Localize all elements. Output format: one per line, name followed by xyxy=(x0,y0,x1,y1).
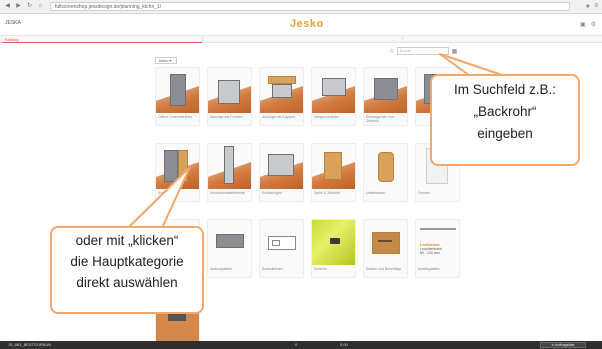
callout-line: oder mit „klicken“ xyxy=(75,233,179,248)
tile-label: Fronten xyxy=(418,191,431,195)
tile-image xyxy=(208,68,251,113)
settings-icon[interactable]: ⚙ xyxy=(591,21,596,28)
brand-filter-select[interactable]: Jesko ▾ xyxy=(155,57,177,64)
category-tile[interactable]: Abdeckplatten xyxy=(207,219,252,278)
category-hint-callout: oder mit „klicken“ die Hauptkategorie di… xyxy=(50,226,204,314)
category-tile[interactable]: Aufsätze xyxy=(155,143,200,202)
category-tile[interactable]: Zubehör xyxy=(311,219,356,278)
tile-image xyxy=(312,220,355,265)
category-tile[interactable]: Kanten und Beschläge xyxy=(363,219,408,278)
cart-icon[interactable]: ▣ xyxy=(580,21,586,28)
tile-label: Auszüge mit Klappen xyxy=(262,115,296,119)
home-icon[interactable]: ⌂ xyxy=(37,3,44,10)
tile-label: Abdeckplatten xyxy=(210,267,233,271)
tile-image xyxy=(156,68,199,113)
callout-line: Im Suchfeld z.B.: xyxy=(453,82,557,97)
callout-line: direkt auswählen xyxy=(76,275,178,290)
brand-logo[interactable]: Jesko xyxy=(290,18,324,30)
category-tile[interactable]: Auszüge mit Fronten xyxy=(207,67,252,126)
status-bar: 15_863_BESTSORBAN 0 0,00 In Auftragslist… xyxy=(0,341,602,349)
tab-second[interactable] xyxy=(202,36,402,43)
category-tile[interactable]: Einbaugeräte und Zubehör xyxy=(363,67,408,126)
tile-image xyxy=(260,144,303,189)
tile-image xyxy=(364,220,407,265)
menu-icon[interactable]: ≡ xyxy=(594,3,598,10)
tile-image xyxy=(156,144,199,189)
address-bar[interactable]: fullscreenshop.jessdesign.de/planning_kt… xyxy=(50,2,570,11)
category-tile[interactable]: Hochschrankelemente xyxy=(207,143,252,202)
tile-label: Offene Unterschränke xyxy=(158,115,193,119)
tile-label: Aufsätze xyxy=(158,191,172,195)
tile-image: Lichtleiste Leuchtenbank 60 - 120 mm xyxy=(416,220,459,265)
app-header: JESKA Jesko ▣ ⚙ xyxy=(0,14,602,36)
star-icon[interactable]: ★ xyxy=(585,3,590,10)
app-title: JESKA xyxy=(5,20,21,26)
search-input[interactable]: Suche xyxy=(396,47,449,55)
tile-image xyxy=(364,144,407,189)
callout-line: „Backrohr“ xyxy=(473,104,537,119)
tab-third[interactable] xyxy=(402,36,602,43)
tile-label: Unterbauten xyxy=(366,191,386,195)
category-tile[interactable]: Unterbauten xyxy=(363,143,408,202)
status-article-number: 15_863_BESTSORBAN xyxy=(8,342,51,347)
tile-image xyxy=(208,220,251,265)
tile-label: Arbeitsplatten xyxy=(418,267,440,271)
tile-image xyxy=(208,144,251,189)
tab-catalog[interactable]: Katalog xyxy=(2,36,202,43)
callout-line: die Hauptkategorie xyxy=(70,254,184,269)
search-hint-callout: Im Suchfeld z.B.: „Backrohr“ eingeben xyxy=(430,74,580,166)
tile-image xyxy=(260,220,303,265)
tile-label: Sockelleisten xyxy=(262,267,283,271)
tile-label: Kanten und Beschläge xyxy=(366,267,402,271)
tile-label: Ecklösungen xyxy=(262,191,283,195)
tile-label: Zubehör xyxy=(314,267,328,271)
add-to-order-button[interactable]: In Auftragsliste xyxy=(540,342,586,348)
search-row: ⌂ Suche ▦ xyxy=(390,46,490,56)
tile-label: Spüle & Zubehör xyxy=(314,191,341,195)
tile-image xyxy=(312,144,355,189)
tile-image xyxy=(260,68,303,113)
tile-image xyxy=(312,68,355,113)
tile-label: Auszüge mit Fronten xyxy=(210,115,243,119)
category-tile[interactable]: Offene Unterschränke xyxy=(155,67,200,126)
tile-image xyxy=(364,68,407,113)
back-icon[interactable]: ◀ xyxy=(4,3,11,10)
home-catalog-icon[interactable]: ⌂ xyxy=(390,48,394,54)
category-tile[interactable]: Spüle & Zubehör xyxy=(311,143,356,202)
status-total: 0,00 xyxy=(340,342,348,347)
led-dimensions: 60 - 120 mm xyxy=(420,251,440,255)
tab-strip: Katalog xyxy=(0,36,602,43)
grid-view-icon[interactable]: ▦ xyxy=(452,48,458,55)
category-tile[interactable]: Hängeschränke xyxy=(311,67,356,126)
tile-label: Hängeschränke xyxy=(314,115,339,119)
tile-label: Einbaugeräte und Zubehör xyxy=(366,115,394,123)
browser-toolbar: ◀ ▶ ↻ ⌂ fullscreenshop.jessdesign.de/pla… xyxy=(0,0,602,14)
app-window: ◀ ▶ ↻ ⌂ fullscreenshop.jessdesign.de/pla… xyxy=(0,0,602,349)
category-tile[interactable]: Ecklösungen xyxy=(259,143,304,202)
forward-icon[interactable]: ▶ xyxy=(15,3,22,10)
category-tile[interactable]: Auszüge mit Klappen xyxy=(259,67,304,126)
status-count: 0 xyxy=(295,342,298,347)
category-tile[interactable]: Sockelleisten xyxy=(259,219,304,278)
tile-label: Hochschrankelemente xyxy=(210,191,245,195)
callout-line: eingeben xyxy=(477,126,533,141)
reload-icon[interactable]: ↻ xyxy=(26,3,33,10)
category-tile[interactable]: Lichtleiste Leuchtenbank 60 - 120 mm Arb… xyxy=(415,219,460,278)
